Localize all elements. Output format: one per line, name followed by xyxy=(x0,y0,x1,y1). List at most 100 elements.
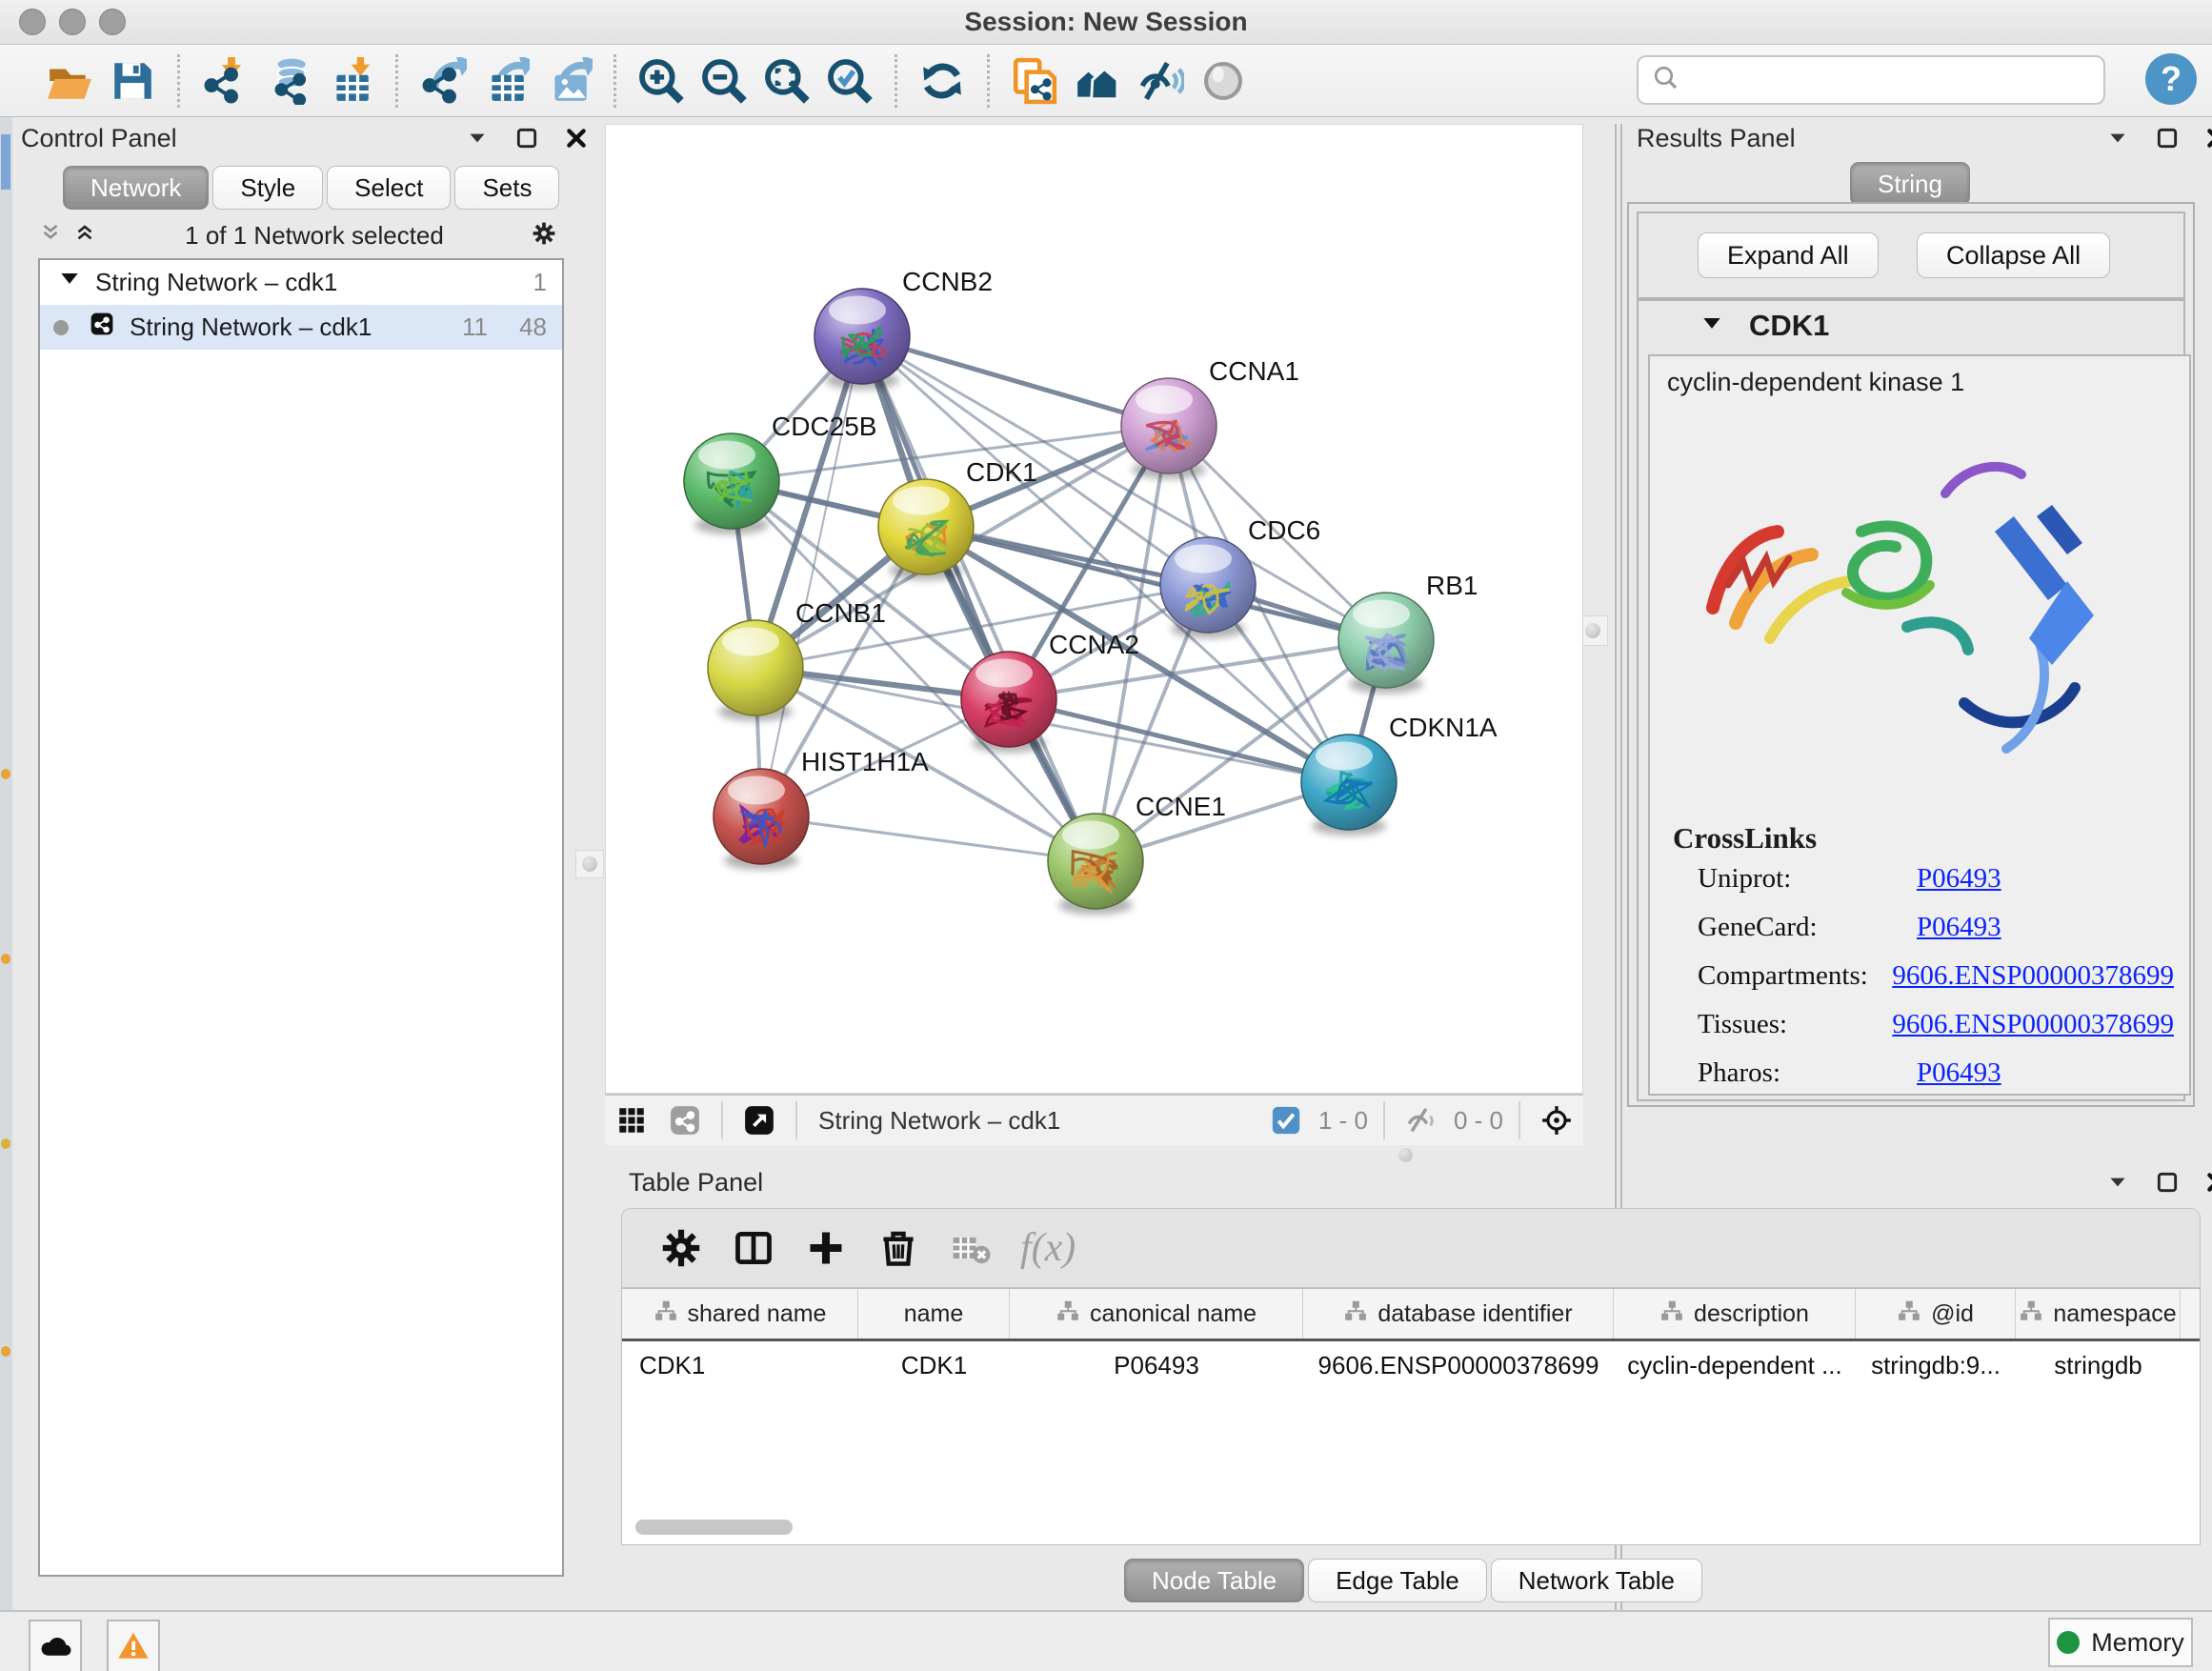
hide-unselected-icon[interactable] xyxy=(1129,51,1192,111)
search-field[interactable] xyxy=(1637,55,2105,105)
cell-name[interactable]: CDK1 xyxy=(858,1341,1010,1389)
help-button[interactable]: ? xyxy=(2145,53,2197,105)
gene-header[interactable]: CDK1 xyxy=(1639,301,2183,351)
scrollbar-thumb[interactable] xyxy=(635,1520,793,1535)
network-node-CCNB1[interactable]: CCNB1 xyxy=(708,598,886,721)
crosslink-link[interactable]: 9606.ENSP00000378699 xyxy=(1892,1009,2174,1040)
refresh-icon[interactable] xyxy=(911,51,974,111)
import-database-icon[interactable] xyxy=(256,51,319,111)
warnings-button[interactable] xyxy=(107,1620,160,1671)
selected-items-checkbox-icon[interactable] xyxy=(1267,1101,1305,1139)
network-node-CCNA1[interactable]: CCNA1 xyxy=(1121,356,1299,479)
tab-edge-table[interactable]: Edge Table xyxy=(1308,1559,1487,1602)
table-settings-gear-icon[interactable] xyxy=(645,1218,717,1278)
panel-close-icon[interactable] xyxy=(2204,1170,2212,1199)
add-column-icon[interactable] xyxy=(790,1218,862,1278)
expand-all-networks-icon[interactable] xyxy=(72,221,97,251)
network-options-gear-icon[interactable] xyxy=(532,221,556,251)
network-node-CDC25B[interactable]: CDC25B xyxy=(684,412,876,534)
cell-shared-name[interactable]: CDK1 xyxy=(622,1341,858,1389)
export-table-icon[interactable] xyxy=(474,51,537,111)
cell-database-identifier[interactable]: 9606.ENSP00000378699 xyxy=(1303,1341,1614,1389)
column-header-database-identifier[interactable]: database identifier xyxy=(1303,1289,1614,1339)
import-table-icon[interactable] xyxy=(319,51,382,111)
show-all-icon[interactable] xyxy=(1192,51,1255,111)
home-icon[interactable] xyxy=(1066,51,1129,111)
cell-canonical-name[interactable]: P06493 xyxy=(1010,1341,1303,1389)
tab-select[interactable]: Select xyxy=(327,166,451,210)
gene-expander-icon[interactable] xyxy=(1699,312,1724,341)
network-view-toolbar: String Network – cdk1 1 - 0 0 - 0 xyxy=(605,1094,1583,1145)
collapse-all-networks-icon[interactable] xyxy=(38,221,63,251)
delete-table-icon xyxy=(935,1218,1007,1278)
clone-network-icon[interactable] xyxy=(1003,51,1066,111)
column-header-shared-name[interactable]: shared name xyxy=(622,1289,858,1339)
table-horizontal-scrollbar[interactable] xyxy=(628,1520,2190,1537)
detach-view-icon[interactable] xyxy=(740,1101,778,1139)
zoom-selected-icon[interactable] xyxy=(818,51,881,111)
tab-string[interactable]: String xyxy=(1850,162,1970,206)
table-row[interactable]: CDK1CDK1P064939606.ENSP00000378699cyclin… xyxy=(622,1341,2200,1389)
cell-namespace[interactable]: stringdb xyxy=(2016,1341,2181,1389)
memory-button[interactable]: Memory xyxy=(2048,1618,2193,1667)
column-header-description[interactable]: description xyxy=(1614,1289,1856,1339)
hidden-items-icon[interactable] xyxy=(1402,1101,1440,1139)
panel-menu-icon[interactable] xyxy=(2105,126,2130,155)
birds-eye-view-icon[interactable] xyxy=(1538,1101,1576,1139)
tab-network-table[interactable]: Network Table xyxy=(1491,1559,1702,1602)
node-label-CDC6: CDC6 xyxy=(1248,515,1320,545)
panel-close-icon[interactable] xyxy=(564,126,589,155)
delete-column-icon[interactable] xyxy=(862,1218,935,1278)
tab-network[interactable]: Network xyxy=(63,166,209,210)
network-node-HIST1H1A[interactable]: HIST1H1A xyxy=(714,747,929,870)
network-canvas[interactable]: CCNB2CCNA1CDC25BCDK1CDC6RB1CCNB1CCNA2CDK… xyxy=(605,124,1583,1094)
crosslink-link[interactable]: P06493 xyxy=(1917,1057,2001,1089)
panel-float-icon[interactable] xyxy=(514,126,539,155)
panel-float-icon[interactable] xyxy=(2155,126,2180,155)
tab-style[interactable]: Style xyxy=(212,166,323,210)
column-header-namespace[interactable]: namespace xyxy=(2016,1289,2181,1339)
expand-all-button[interactable]: Expand All xyxy=(1698,232,1879,278)
grid-view-icon[interactable] xyxy=(613,1101,651,1139)
tab-node-table[interactable]: Node Table xyxy=(1124,1559,1304,1602)
tab-sets[interactable]: Sets xyxy=(454,166,559,210)
column-header-canonical-name[interactable]: canonical name xyxy=(1010,1289,1303,1339)
network-row-selected[interactable]: String Network – cdk1 11 48 xyxy=(40,305,562,350)
zoom-out-icon[interactable] xyxy=(693,51,755,111)
search-input[interactable] xyxy=(1680,65,2084,96)
crosslink-link[interactable]: 9606.ENSP00000378699 xyxy=(1892,960,2174,992)
cell-description[interactable]: cyclin-dependent ... xyxy=(1614,1341,1856,1389)
network-node-RB1[interactable]: RB1 xyxy=(1338,571,1478,694)
collapse-all-button[interactable]: Collapse All xyxy=(1917,232,2110,278)
crosslink-link[interactable]: P06493 xyxy=(1917,863,2001,895)
node-label-CCNA2: CCNA2 xyxy=(1049,630,1139,659)
network-collection-row[interactable]: String Network – cdk1 1 xyxy=(40,260,562,305)
zoom-fit-icon[interactable] xyxy=(755,51,818,111)
network-thumbnail-icon[interactable] xyxy=(666,1101,704,1139)
left-splitter-handle[interactable] xyxy=(575,850,604,878)
import-network-icon[interactable] xyxy=(193,51,256,111)
crosslink-link[interactable]: P06493 xyxy=(1917,912,2001,943)
shared-column-icon xyxy=(2019,1299,2043,1330)
cell--id[interactable]: stringdb:9... xyxy=(1856,1341,2016,1389)
collection-expander-icon[interactable] xyxy=(57,267,82,298)
zoom-in-icon[interactable] xyxy=(630,51,693,111)
export-network-icon[interactable] xyxy=(412,51,474,111)
panel-float-icon[interactable] xyxy=(2155,1170,2180,1199)
cloud-status-button[interactable] xyxy=(29,1620,82,1671)
save-session-icon[interactable] xyxy=(101,51,164,111)
network-node-CDKN1A[interactable]: CDKN1A xyxy=(1301,713,1498,836)
show-columns-icon[interactable] xyxy=(717,1218,790,1278)
panel-menu-icon[interactable] xyxy=(465,126,490,155)
export-image-icon[interactable] xyxy=(537,51,600,111)
control-panel-title: Control Panel xyxy=(21,124,177,153)
background-window-sliver xyxy=(0,117,12,1610)
panel-menu-icon[interactable] xyxy=(2105,1170,2130,1199)
column-header--id[interactable]: @id xyxy=(1856,1289,2016,1339)
shared-column-icon xyxy=(1659,1299,1684,1330)
open-session-icon[interactable] xyxy=(38,51,101,111)
gene-details: cyclin-dependent kinase 1 xyxy=(1648,354,2191,1096)
panel-close-icon[interactable] xyxy=(2204,126,2212,155)
network-node-CCNB2[interactable]: CCNB2 xyxy=(814,267,993,390)
column-header-name[interactable]: name xyxy=(858,1289,1010,1339)
